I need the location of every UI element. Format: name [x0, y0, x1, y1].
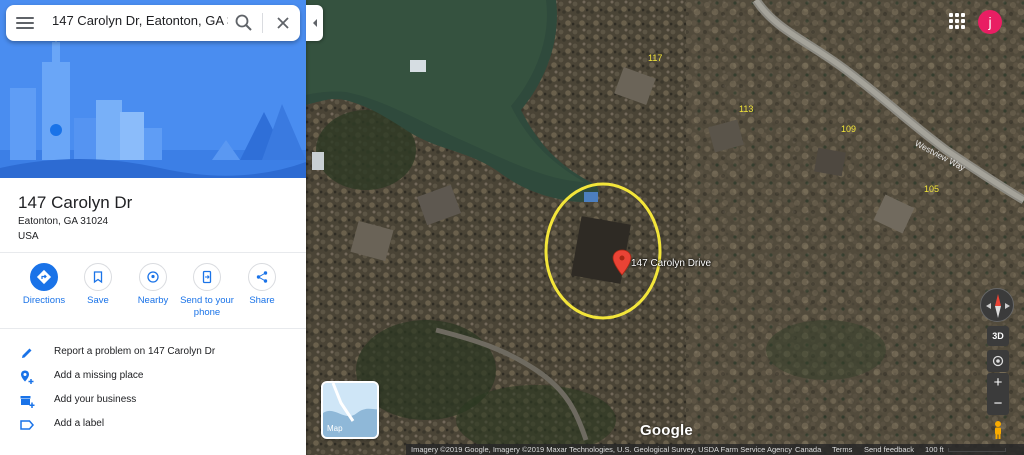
- country-link[interactable]: Canada: [795, 445, 821, 454]
- search-divider: [262, 13, 263, 33]
- side-panel: 147 Carolyn Dr, Eatonton, GA 31024 147 C…: [0, 0, 306, 455]
- nearby-button[interactable]: Nearby: [123, 263, 183, 307]
- share-icon: [248, 263, 276, 291]
- save-button[interactable]: Save: [68, 263, 128, 307]
- report-problem-item[interactable]: Report a problem on 147 Carolyn Dr: [0, 342, 306, 364]
- directions-icon: [30, 263, 58, 291]
- satellite-map[interactable]: 117 113 109 105: [306, 0, 1024, 455]
- address-line-1: Eatonton, GA 31024: [18, 216, 109, 227]
- house-number-label: 105: [924, 184, 940, 194]
- nearby-icon: [139, 263, 167, 291]
- place-title: 147 Carolyn Dr: [18, 193, 133, 212]
- nearby-label: Nearby: [137, 295, 169, 306]
- add-place-icon: [19, 369, 35, 385]
- account-avatar[interactable]: j: [978, 10, 1002, 34]
- add-business-label: Add your business: [54, 394, 137, 405]
- save-label: Save: [87, 295, 109, 306]
- search-input[interactable]: 147 Carolyn Dr, Eatonton, GA 31024: [52, 13, 228, 33]
- google-logo: Google: [640, 422, 693, 439]
- chevron-left-icon: [312, 19, 317, 27]
- send-to-phone-icon: [193, 263, 221, 291]
- address-line-2: USA: [18, 231, 39, 242]
- send-to-phone-button[interactable]: Send to your phone: [177, 263, 237, 319]
- scale-label[interactable]: 100 ft: [925, 445, 944, 454]
- map-layer-label: Map: [327, 424, 343, 433]
- search-icon[interactable]: [234, 13, 254, 33]
- google-apps-icon[interactable]: [949, 13, 965, 29]
- add-missing-place-item[interactable]: Add a missing place: [0, 366, 306, 388]
- compass-icon[interactable]: [980, 288, 1014, 322]
- pencil-icon: [19, 345, 35, 361]
- send-to-phone-label: Send to your phone: [180, 295, 234, 318]
- pin-label: 147 Carolyn Drive: [631, 258, 712, 269]
- collapse-panel-button[interactable]: [306, 5, 323, 41]
- close-icon[interactable]: [272, 12, 294, 34]
- add-business-item[interactable]: Add your business: [0, 390, 306, 412]
- search-box: 147 Carolyn Dr, Eatonton, GA 31024: [6, 5, 300, 41]
- pegman-icon[interactable]: [990, 420, 1006, 440]
- directions-button[interactable]: Directions: [14, 263, 74, 307]
- map-footer: Imagery ©2019 Google, Imagery ©2019 Maxa…: [406, 444, 1024, 455]
- add-label-label: Add a label: [54, 418, 105, 429]
- terms-link[interactable]: Terms: [832, 445, 852, 454]
- share-label: Share: [249, 295, 275, 306]
- report-problem-label: Report a problem on 147 Carolyn Dr: [54, 346, 216, 357]
- label-icon: [19, 417, 35, 433]
- zoom-in-button[interactable]: +: [987, 373, 1009, 394]
- divider: [0, 252, 306, 253]
- divider: [0, 328, 306, 329]
- 3d-toggle-button[interactable]: 3D: [987, 326, 1009, 346]
- bookmark-icon: [84, 263, 112, 291]
- house-number-label: 113: [739, 104, 754, 114]
- add-label-item[interactable]: Add a label: [0, 414, 306, 436]
- zoom-out-button[interactable]: −: [987, 394, 1009, 415]
- map-layer-toggle[interactable]: Map: [321, 381, 379, 439]
- add-missing-place-label: Add a missing place: [54, 370, 144, 381]
- house-number-label: 109: [841, 124, 857, 134]
- imagery-attribution: Imagery ©2019 Google, Imagery ©2019 Maxa…: [411, 445, 792, 454]
- zoom-controls: + −: [987, 373, 1009, 415]
- share-button[interactable]: Share: [232, 263, 292, 307]
- business-icon: [19, 393, 35, 409]
- my-location-icon[interactable]: [987, 350, 1009, 372]
- house-number-label: 117: [648, 53, 663, 63]
- send-feedback-link[interactable]: Send feedback: [864, 445, 914, 454]
- action-bar: Directions Save Nearby Send to your phon…: [14, 263, 294, 323]
- directions-label: Directions: [22, 295, 66, 306]
- hamburger-menu-icon[interactable]: [16, 14, 34, 32]
